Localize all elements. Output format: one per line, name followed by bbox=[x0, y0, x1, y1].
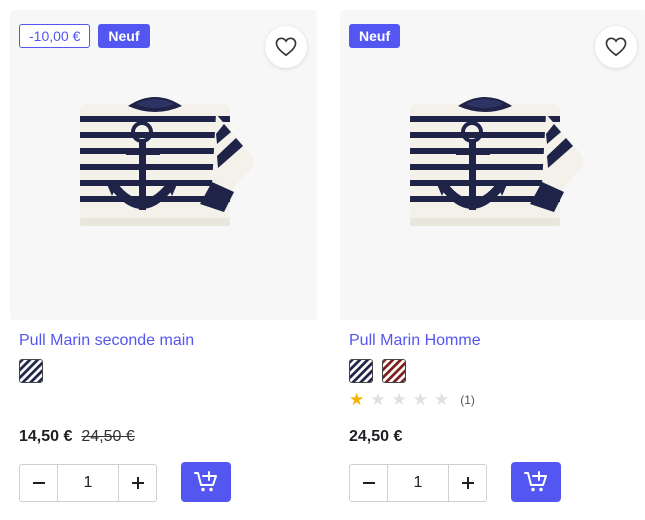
swatch-navy-white-stripes[interactable] bbox=[19, 359, 43, 383]
star-icon: ★ bbox=[412, 390, 428, 409]
new-badge: Neuf bbox=[349, 24, 401, 48]
color-swatches bbox=[349, 359, 406, 383]
increment-button[interactable] bbox=[448, 465, 486, 501]
increment-button[interactable] bbox=[118, 465, 156, 501]
star-icon: ★ bbox=[434, 390, 450, 409]
add-to-cart-button[interactable] bbox=[511, 462, 561, 502]
cart-plus-icon bbox=[194, 471, 217, 492]
plus-icon bbox=[461, 477, 474, 489]
old-price: 24,50 € bbox=[81, 428, 135, 445]
badges: -10,00 € Neuf bbox=[19, 24, 150, 48]
product-card: -10,00 € Neuf Pull Marin seconde main 14… bbox=[10, 10, 317, 502]
badges: Neuf bbox=[349, 24, 401, 48]
quantity-input[interactable] bbox=[388, 465, 448, 501]
quantity-stepper bbox=[349, 464, 487, 502]
new-badge: Neuf bbox=[98, 24, 150, 48]
wishlist-button[interactable] bbox=[595, 26, 637, 68]
current-price: 14,50 € bbox=[19, 428, 73, 445]
price-row: 14,50 € 24,50 € bbox=[19, 428, 135, 446]
current-price: 24,50 € bbox=[349, 428, 403, 445]
product-image bbox=[406, 92, 590, 242]
minus-icon bbox=[362, 482, 375, 484]
heart-icon bbox=[605, 37, 627, 57]
wishlist-button[interactable] bbox=[265, 26, 307, 68]
product-image-area[interactable]: Neuf bbox=[340, 10, 645, 320]
heart-icon bbox=[275, 37, 297, 57]
product-title[interactable]: Pull Marin seconde main bbox=[19, 332, 194, 350]
product-image bbox=[76, 92, 260, 242]
star-icon: ★ bbox=[370, 390, 386, 409]
add-to-cart-button[interactable] bbox=[181, 462, 231, 502]
price-row: 24,50 € bbox=[349, 428, 402, 446]
star-icon: ★ bbox=[391, 390, 407, 409]
product-card: Neuf Pull Marin Homme ★ ★ ★ ★ ★ (1) 24,5… bbox=[340, 10, 645, 502]
quantity-input[interactable] bbox=[58, 465, 118, 501]
swatch-red-white-stripes[interactable] bbox=[382, 359, 406, 383]
rating: ★ ★ ★ ★ ★ (1) bbox=[349, 391, 475, 408]
product-image-area[interactable]: -10,00 € Neuf bbox=[10, 10, 317, 320]
star-icon: ★ bbox=[349, 390, 365, 409]
quantity-stepper bbox=[19, 464, 157, 502]
plus-icon bbox=[131, 477, 144, 489]
color-swatches bbox=[19, 359, 43, 383]
cart-plus-icon bbox=[524, 471, 547, 492]
review-count[interactable]: (1) bbox=[460, 393, 475, 407]
decrement-button[interactable] bbox=[350, 465, 388, 501]
discount-badge: -10,00 € bbox=[19, 24, 91, 48]
swatch-navy-white-stripes[interactable] bbox=[349, 359, 373, 383]
product-title[interactable]: Pull Marin Homme bbox=[349, 332, 481, 350]
minus-icon bbox=[32, 482, 45, 484]
decrement-button[interactable] bbox=[20, 465, 58, 501]
